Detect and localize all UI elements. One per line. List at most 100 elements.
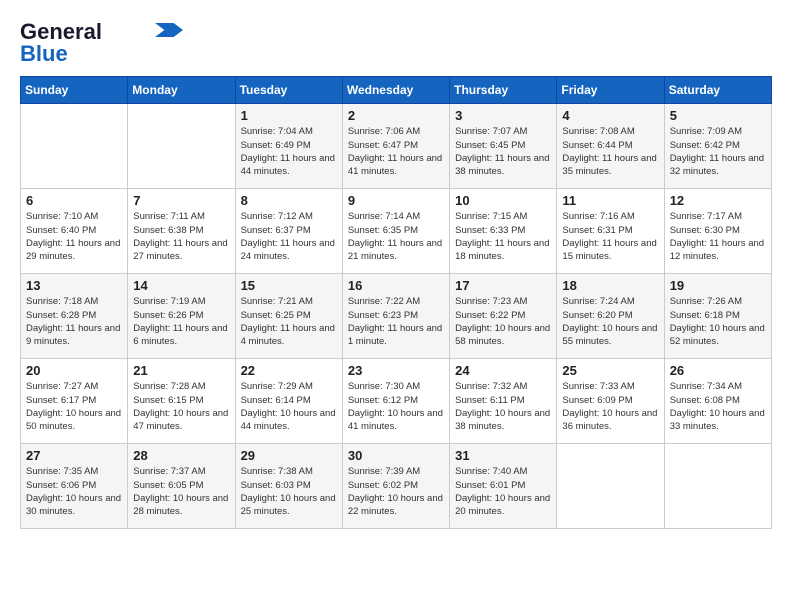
weekday-header: Sunday [21, 77, 128, 104]
calendar-week-row: 1 Sunrise: 7:04 AM Sunset: 6:49 PM Dayli… [21, 104, 772, 189]
calendar-day-cell [664, 444, 771, 529]
calendar-day-cell [21, 104, 128, 189]
calendar-day-cell: 4 Sunrise: 7:08 AM Sunset: 6:44 PM Dayli… [557, 104, 664, 189]
day-sunrise: Sunrise: 7:14 AM [348, 210, 444, 223]
day-number: 25 [562, 363, 658, 378]
day-sunset: Sunset: 6:03 PM [241, 479, 337, 492]
calendar-table: SundayMondayTuesdayWednesdayThursdayFrid… [20, 76, 772, 529]
day-daylight: Daylight: 11 hours and 15 minutes. [562, 237, 658, 264]
calendar-week-row: 27 Sunrise: 7:35 AM Sunset: 6:06 PM Dayl… [21, 444, 772, 529]
weekday-header: Wednesday [342, 77, 449, 104]
day-number: 8 [241, 193, 337, 208]
day-sunset: Sunset: 6:47 PM [348, 139, 444, 152]
calendar-day-cell: 13 Sunrise: 7:18 AM Sunset: 6:28 PM Dayl… [21, 274, 128, 359]
calendar-day-cell: 26 Sunrise: 7:34 AM Sunset: 6:08 PM Dayl… [664, 359, 771, 444]
day-number: 20 [26, 363, 122, 378]
day-number: 4 [562, 108, 658, 123]
day-daylight: Daylight: 10 hours and 36 minutes. [562, 407, 658, 434]
day-daylight: Daylight: 10 hours and 58 minutes. [455, 322, 551, 349]
day-sunrise: Sunrise: 7:11 AM [133, 210, 229, 223]
day-sunrise: Sunrise: 7:10 AM [26, 210, 122, 223]
day-sunrise: Sunrise: 7:38 AM [241, 465, 337, 478]
calendar-day-cell: 2 Sunrise: 7:06 AM Sunset: 6:47 PM Dayli… [342, 104, 449, 189]
day-number: 2 [348, 108, 444, 123]
day-sunrise: Sunrise: 7:19 AM [133, 295, 229, 308]
day-sunset: Sunset: 6:22 PM [455, 309, 551, 322]
day-sunrise: Sunrise: 7:30 AM [348, 380, 444, 393]
weekday-header: Monday [128, 77, 235, 104]
day-daylight: Daylight: 10 hours and 38 minutes. [455, 407, 551, 434]
day-daylight: Daylight: 11 hours and 9 minutes. [26, 322, 122, 349]
calendar-week-row: 20 Sunrise: 7:27 AM Sunset: 6:17 PM Dayl… [21, 359, 772, 444]
calendar-day-cell: 5 Sunrise: 7:09 AM Sunset: 6:42 PM Dayli… [664, 104, 771, 189]
day-sunrise: Sunrise: 7:27 AM [26, 380, 122, 393]
calendar-day-cell: 22 Sunrise: 7:29 AM Sunset: 6:14 PM Dayl… [235, 359, 342, 444]
day-sunset: Sunset: 6:31 PM [562, 224, 658, 237]
day-daylight: Daylight: 11 hours and 1 minute. [348, 322, 444, 349]
calendar-day-cell: 6 Sunrise: 7:10 AM Sunset: 6:40 PM Dayli… [21, 189, 128, 274]
day-number: 5 [670, 108, 766, 123]
day-sunset: Sunset: 6:02 PM [348, 479, 444, 492]
day-sunrise: Sunrise: 7:16 AM [562, 210, 658, 223]
day-daylight: Daylight: 10 hours and 30 minutes. [26, 492, 122, 519]
calendar-week-row: 6 Sunrise: 7:10 AM Sunset: 6:40 PM Dayli… [21, 189, 772, 274]
day-sunrise: Sunrise: 7:12 AM [241, 210, 337, 223]
calendar-day-cell: 29 Sunrise: 7:38 AM Sunset: 6:03 PM Dayl… [235, 444, 342, 529]
calendar-week-row: 13 Sunrise: 7:18 AM Sunset: 6:28 PM Dayl… [21, 274, 772, 359]
calendar-day-cell: 27 Sunrise: 7:35 AM Sunset: 6:06 PM Dayl… [21, 444, 128, 529]
day-number: 28 [133, 448, 229, 463]
calendar-day-cell: 23 Sunrise: 7:30 AM Sunset: 6:12 PM Dayl… [342, 359, 449, 444]
day-number: 12 [670, 193, 766, 208]
day-number: 15 [241, 278, 337, 293]
day-sunset: Sunset: 6:26 PM [133, 309, 229, 322]
day-number: 10 [455, 193, 551, 208]
day-number: 17 [455, 278, 551, 293]
day-daylight: Daylight: 11 hours and 27 minutes. [133, 237, 229, 264]
day-number: 9 [348, 193, 444, 208]
page-header: General Blue [20, 20, 772, 66]
day-sunset: Sunset: 6:40 PM [26, 224, 122, 237]
calendar-day-cell: 9 Sunrise: 7:14 AM Sunset: 6:35 PM Dayli… [342, 189, 449, 274]
day-daylight: Daylight: 10 hours and 44 minutes. [241, 407, 337, 434]
day-sunset: Sunset: 6:30 PM [670, 224, 766, 237]
calendar-day-cell: 31 Sunrise: 7:40 AM Sunset: 6:01 PM Dayl… [450, 444, 557, 529]
calendar-day-cell: 12 Sunrise: 7:17 AM Sunset: 6:30 PM Dayl… [664, 189, 771, 274]
day-daylight: Daylight: 10 hours and 28 minutes. [133, 492, 229, 519]
day-number: 26 [670, 363, 766, 378]
weekday-header: Tuesday [235, 77, 342, 104]
day-number: 6 [26, 193, 122, 208]
day-sunset: Sunset: 6:38 PM [133, 224, 229, 237]
logo-arrow-icon [154, 23, 184, 37]
day-daylight: Daylight: 10 hours and 41 minutes. [348, 407, 444, 434]
day-sunset: Sunset: 6:12 PM [348, 394, 444, 407]
calendar-day-cell: 11 Sunrise: 7:16 AM Sunset: 6:31 PM Dayl… [557, 189, 664, 274]
day-daylight: Daylight: 11 hours and 44 minutes. [241, 152, 337, 179]
day-daylight: Daylight: 11 hours and 4 minutes. [241, 322, 337, 349]
day-daylight: Daylight: 10 hours and 22 minutes. [348, 492, 444, 519]
day-number: 16 [348, 278, 444, 293]
day-sunrise: Sunrise: 7:04 AM [241, 125, 337, 138]
day-daylight: Daylight: 11 hours and 32 minutes. [670, 152, 766, 179]
day-sunset: Sunset: 6:23 PM [348, 309, 444, 322]
day-sunset: Sunset: 6:37 PM [241, 224, 337, 237]
calendar-day-cell: 17 Sunrise: 7:23 AM Sunset: 6:22 PM Dayl… [450, 274, 557, 359]
day-daylight: Daylight: 11 hours and 38 minutes. [455, 152, 551, 179]
day-sunset: Sunset: 6:25 PM [241, 309, 337, 322]
calendar-day-cell: 14 Sunrise: 7:19 AM Sunset: 6:26 PM Dayl… [128, 274, 235, 359]
day-sunrise: Sunrise: 7:08 AM [562, 125, 658, 138]
day-sunrise: Sunrise: 7:22 AM [348, 295, 444, 308]
day-number: 13 [26, 278, 122, 293]
day-number: 27 [26, 448, 122, 463]
day-daylight: Daylight: 10 hours and 33 minutes. [670, 407, 766, 434]
day-daylight: Daylight: 11 hours and 35 minutes. [562, 152, 658, 179]
day-sunrise: Sunrise: 7:09 AM [670, 125, 766, 138]
day-sunrise: Sunrise: 7:23 AM [455, 295, 551, 308]
day-sunrise: Sunrise: 7:24 AM [562, 295, 658, 308]
calendar-day-cell: 3 Sunrise: 7:07 AM Sunset: 6:45 PM Dayli… [450, 104, 557, 189]
day-number: 18 [562, 278, 658, 293]
day-number: 19 [670, 278, 766, 293]
logo: General Blue [20, 20, 184, 66]
day-sunrise: Sunrise: 7:26 AM [670, 295, 766, 308]
day-daylight: Daylight: 11 hours and 24 minutes. [241, 237, 337, 264]
day-number: 14 [133, 278, 229, 293]
